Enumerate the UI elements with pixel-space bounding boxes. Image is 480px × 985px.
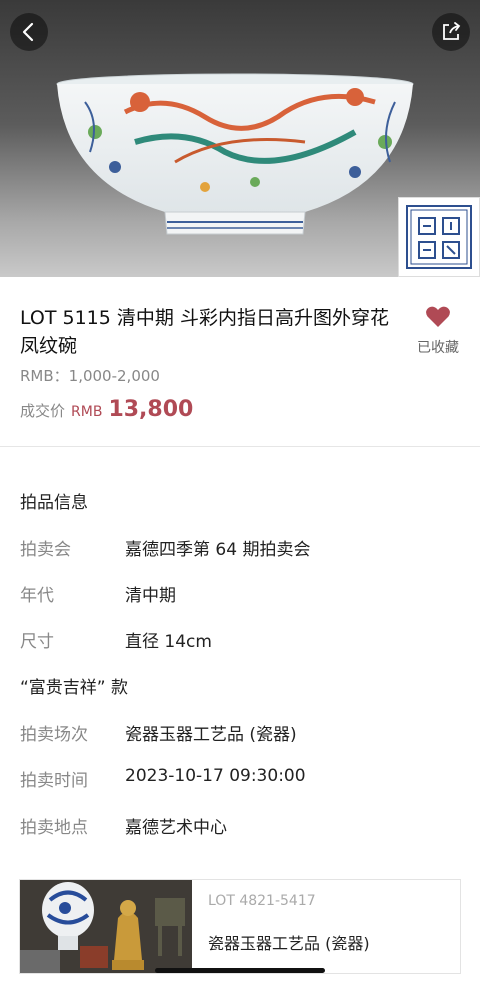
detail-row-session: 拍卖场次 瓷器玉器工艺品 (瓷器) [20, 720, 297, 745]
favorite-label: 已收藏 [417, 340, 459, 356]
detail-value: 直径 14cm [125, 632, 212, 652]
session-card-lot-range: LOT 4821-5417 [208, 893, 316, 909]
deal-currency: RMB [71, 404, 103, 420]
mark-note: “富贵吉祥” 款 [20, 678, 129, 698]
bowl-image [56, 73, 414, 235]
detail-value: 清中期 [125, 586, 176, 606]
session-card-category: 瓷器玉器工艺品 (瓷器) [208, 934, 370, 953]
lot-title: LOT 5115 清中期 斗彩内指日高升图外穿花凤纹碗 [20, 307, 389, 357]
product-image[interactable] [0, 0, 480, 277]
deal-price: 成交价 RMB 13,800 [20, 397, 193, 422]
session-card-image [20, 880, 192, 973]
detail-key: 尺寸 [20, 632, 54, 652]
lot-info: LOT 5115 清中期 斗彩内指日高升图外穿花凤纹碗 已收藏 RMB：1,00… [0, 277, 480, 447]
detail-row-time: 拍卖时间 2023-10-17 09:30:00 [20, 766, 306, 791]
detail-value: 嘉德四季第 64 期拍卖会 [125, 540, 311, 560]
heart-icon [426, 306, 450, 327]
back-arrow-icon [22, 22, 34, 42]
deal-label: 成交价 [20, 402, 66, 420]
detail-row-location: 拍卖地点 嘉德艺术中心 [20, 813, 227, 838]
detail-key: 年代 [20, 586, 54, 606]
favorite-button[interactable]: 已收藏 [414, 305, 462, 357]
detail-value: 瓷器玉器工艺品 (瓷器) [125, 725, 297, 745]
divider [0, 446, 480, 447]
section-title: 拍品信息 [20, 493, 88, 513]
session-card[interactable]: LOT 4821-5417 瓷器玉器工艺品 (瓷器) [19, 879, 461, 974]
estimate: RMB：1,000-2,000 [20, 367, 160, 385]
detail-key: 拍卖时间 [20, 771, 88, 791]
seal-mark-image [398, 197, 480, 277]
detail-key: 拍卖场次 [20, 725, 88, 745]
detail-row-era: 年代 清中期 [20, 581, 176, 606]
deal-amount: 13,800 [108, 397, 194, 422]
detail-key: 拍卖会 [20, 540, 71, 560]
detail-row-auction: 拍卖会 嘉德四季第 64 期拍卖会 [20, 535, 310, 560]
share-icon [443, 22, 461, 40]
detail-key: 拍卖地点 [20, 818, 88, 838]
share-button[interactable] [432, 13, 470, 51]
detail-row-size: 尺寸 直径 14cm [20, 627, 212, 652]
back-button[interactable] [10, 13, 48, 51]
home-indicator [155, 968, 325, 973]
detail-value: 嘉德艺术中心 [125, 818, 227, 838]
detail-value: 2023-10-17 09:30:00 [125, 766, 306, 786]
